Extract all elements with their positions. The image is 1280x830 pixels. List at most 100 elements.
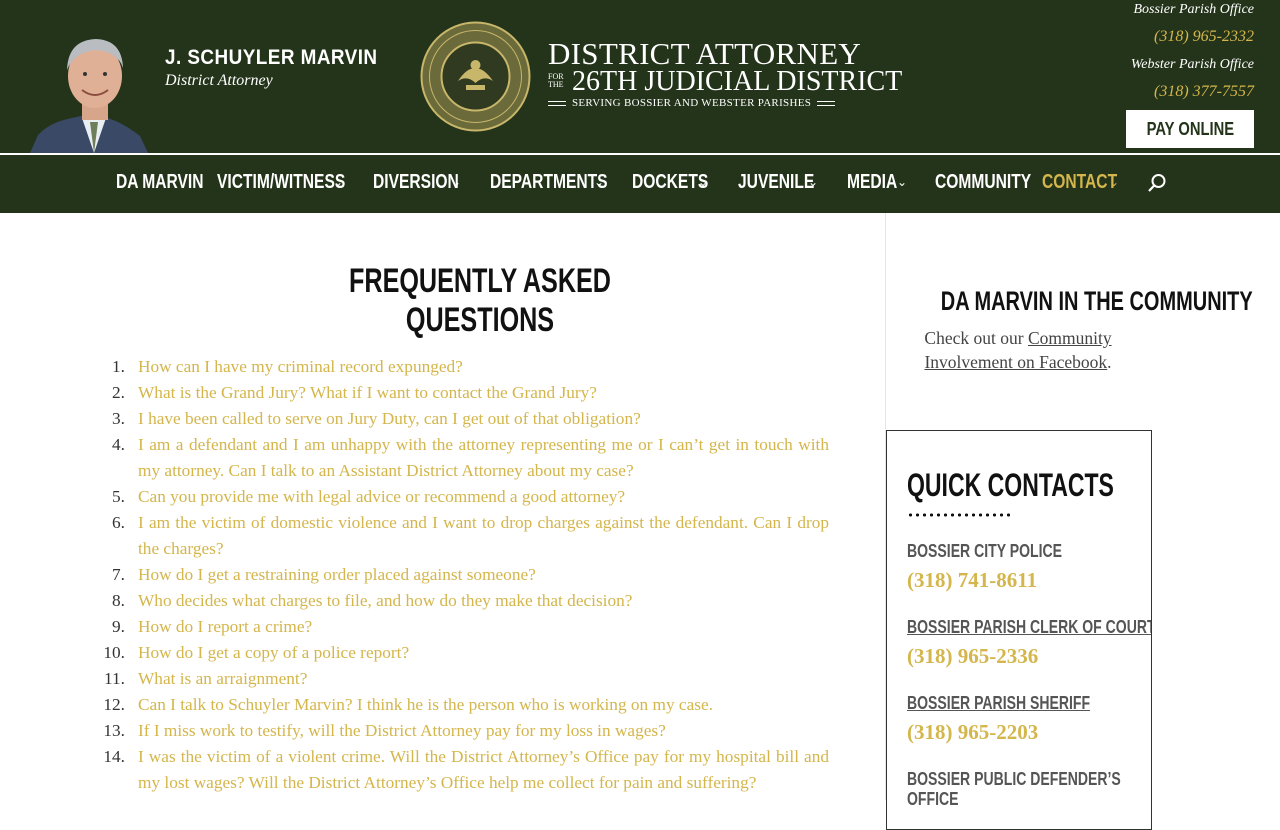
- faq-number: 6.: [112, 513, 125, 532]
- faq-item[interactable]: 7. How do I get a restraining order place…: [100, 562, 829, 588]
- district-attorney-seal[interactable]: [420, 21, 531, 132]
- nav-label: CONTACT: [1042, 170, 1118, 193]
- faq-question-link[interactable]: Who decides what charges to file, and ho…: [138, 591, 632, 610]
- page-title-text: FREQUENTLY ASKED QUESTIONS: [349, 262, 611, 339]
- bossier-office-phone[interactable]: (318) 965-2332: [1154, 28, 1254, 46]
- faq-number: 7.: [112, 565, 125, 584]
- chevron-down-icon: ⌄: [698, 175, 709, 189]
- contact-label-public-defender: BOSSIER PUBLIC DEFENDER’S OFFICE: [907, 769, 1121, 809]
- faq-question-link[interactable]: How can I have my criminal record expung…: [138, 357, 463, 376]
- da-role: District Attorney: [165, 72, 273, 89]
- faq-number: 10.: [103, 643, 125, 662]
- faq-item[interactable]: 14. I was the victim of a violent crime. …: [100, 744, 829, 796]
- faq-question-link[interactable]: How do I report a crime?: [138, 617, 312, 636]
- faq-number: 4.: [112, 435, 125, 454]
- da-portrait: [30, 39, 148, 153]
- pay-online-button[interactable]: PAY ONLINE: [1126, 110, 1254, 148]
- contact-phone-clerk-of-court[interactable]: (318) 965-2336: [907, 644, 1038, 669]
- chevron-down-icon: ⌄: [1109, 175, 1120, 189]
- faq-number: 2.: [112, 383, 125, 402]
- contact-phone-bossier-city-police[interactable]: (318) 741-8611: [907, 568, 1037, 593]
- nav-item-departments[interactable]: DEPARTMENTS ⌄: [490, 170, 641, 194]
- faq-item[interactable]: 4. I am a defendant and I am unhappy with…: [100, 432, 829, 484]
- nav-label: COMMUNITY: [935, 170, 1032, 193]
- bossier-office-label: Bossier Parish Office: [1133, 2, 1254, 17]
- logo-tagline: SERVING BOSSIER AND WEBSTER PARISHES: [548, 97, 866, 109]
- nav-item-contact[interactable]: CONTACT ⌄: [1042, 170, 1138, 194]
- faq-item[interactable]: 2. What is the Grand Jury? What if I want…: [100, 380, 829, 406]
- nav-item-community[interactable]: COMMUNITY: [935, 170, 1058, 194]
- faq-number: 5.: [112, 487, 125, 506]
- tagline-rule-right: [817, 100, 836, 106]
- contact-phone-parish-sheriff[interactable]: (318) 965-2203: [907, 720, 1038, 745]
- contact-label-bossier-city-police: BOSSIER CITY POLICE: [907, 541, 1062, 561]
- quick-contacts-title: QUICK CONTACTS: [907, 467, 1114, 503]
- faq-number: 14.: [103, 747, 125, 766]
- nav-item-victim-witness[interactable]: VICTIM/WITNESS ⌄: [217, 170, 381, 194]
- faq-question-link[interactable]: What is an arraignment?: [138, 669, 307, 688]
- community-pre-text: Check out our: [924, 328, 1024, 348]
- faq-question-link[interactable]: I am the victim of domestic violence and…: [138, 513, 829, 558]
- contact-link-parish-sheriff[interactable]: BOSSIER PARISH SHERIFF: [907, 693, 1090, 714]
- nav-item-diversion[interactable]: DIVERSION ⌄: [373, 170, 483, 194]
- faq-number: 9.: [112, 617, 125, 636]
- faq-item[interactable]: 6. I am the victim of domestic violence a…: [100, 510, 829, 562]
- webster-office-label: Webster Parish Office: [1130, 57, 1254, 72]
- faq-question-link[interactable]: Can you provide me with legal advice or …: [138, 487, 625, 506]
- contact-link-clerk-of-court[interactable]: BOSSIER PARISH CLERK OF COURT: [907, 617, 1151, 638]
- nav-item-juvenile[interactable]: JUVENILE ⌄: [738, 170, 836, 194]
- faq-item[interactable]: 12. Can I talk to Schuyler Marvin? I thin…: [100, 692, 829, 718]
- faq-question-link[interactable]: What is the Grand Jury? What if I want t…: [138, 383, 597, 402]
- nav-label: DIVERSION: [373, 170, 459, 193]
- chevron-down-icon: ⌄: [451, 175, 462, 189]
- faq-item[interactable]: 5. Can you provide me with legal advice o…: [100, 484, 829, 510]
- faq-question-link[interactable]: How do I get a copy of a police report?: [138, 643, 409, 662]
- nav-label: DEPARTMENTS: [490, 170, 608, 193]
- quick-contacts-box: QUICK CONTACTS BOSSIER CITY POLICE (318)…: [886, 430, 1152, 830]
- faq-item[interactable]: 11. What is an arraignment?: [100, 666, 829, 692]
- tagline-rule-left: [548, 100, 566, 106]
- nav-label: MEDIA: [847, 170, 898, 193]
- dotted-divider: [907, 513, 1011, 517]
- faq-number: 13.: [103, 721, 125, 740]
- nav-label: VICTIM/WITNESS: [217, 170, 346, 193]
- chevron-down-icon: ⌄: [333, 175, 344, 189]
- tagline-text: SERVING BOSSIER AND WEBSTER PARISHES: [572, 97, 812, 109]
- faq-question-link[interactable]: How do I get a restraining order placed …: [138, 565, 536, 584]
- community-heading: DA MARVIN IN THE COMMUNITY: [886, 286, 1253, 317]
- logo-for-the: FOR THE: [548, 72, 564, 89]
- faq-item[interactable]: 1. How can I have my criminal record expu…: [100, 354, 829, 380]
- faq-list: 1. How can I have my criminal record expu…: [100, 354, 829, 796]
- chevron-down-icon: ⌄: [808, 175, 819, 189]
- search-icon[interactable]: [1146, 172, 1168, 194]
- chevron-down-icon: ⌄: [594, 175, 605, 189]
- faq-number: 1.: [112, 357, 125, 376]
- faq-question-link[interactable]: I was the victim of a violent crime. Wil…: [138, 747, 829, 792]
- pay-online-label: PAY ONLINE: [1146, 118, 1234, 139]
- faq-item[interactable]: 13. If I miss work to testify, will the D…: [100, 718, 829, 744]
- faq-number: 8.: [112, 591, 125, 610]
- page-title: FREQUENTLY ASKED QUESTIONS: [280, 262, 680, 340]
- chevron-down-icon: ⌄: [897, 175, 908, 189]
- faq-question-link[interactable]: I am a defendant and I am unhappy with t…: [138, 435, 829, 480]
- nav-item-da-marvin[interactable]: DA MARVIN: [116, 170, 228, 194]
- da-name: J. SCHUYLER MARVIN: [165, 46, 378, 69]
- faq-item[interactable]: 8. Who decides what charges to file, and …: [100, 588, 829, 614]
- faq-item[interactable]: 3. I have been called to serve on Jury Du…: [100, 406, 829, 432]
- community-blurb: Check out our Community Involvement on F…: [900, 326, 1136, 374]
- nav-label: DOCKETS: [632, 170, 709, 193]
- nav-item-dockets[interactable]: DOCKETS ⌄: [632, 170, 730, 194]
- faq-number: 3.: [112, 409, 125, 428]
- community-post-text: .: [1107, 352, 1112, 372]
- faq-item[interactable]: 10. How do I get a copy of a police repor…: [100, 640, 829, 666]
- community-heading-text: DA MARVIN IN THE COMMUNITY: [940, 286, 1253, 316]
- faq-question-link[interactable]: I have been called to serve on Jury Duty…: [138, 409, 641, 428]
- faq-question-link[interactable]: If I miss work to testify, will the Dist…: [138, 721, 666, 740]
- nav-label: JUVENILE: [738, 170, 815, 193]
- faq-question-link[interactable]: Can I talk to Schuyler Marvin? I think h…: [138, 695, 713, 714]
- nav-label: DA MARVIN: [116, 170, 204, 193]
- nav-item-media[interactable]: MEDIA ⌄: [847, 170, 911, 194]
- faq-item[interactable]: 9. How do I report a crime?: [100, 614, 829, 640]
- webster-office-phone[interactable]: (318) 377-7557: [1154, 83, 1254, 101]
- logo-district[interactable]: 26TH JUDICIAL DISTRICT: [572, 66, 902, 98]
